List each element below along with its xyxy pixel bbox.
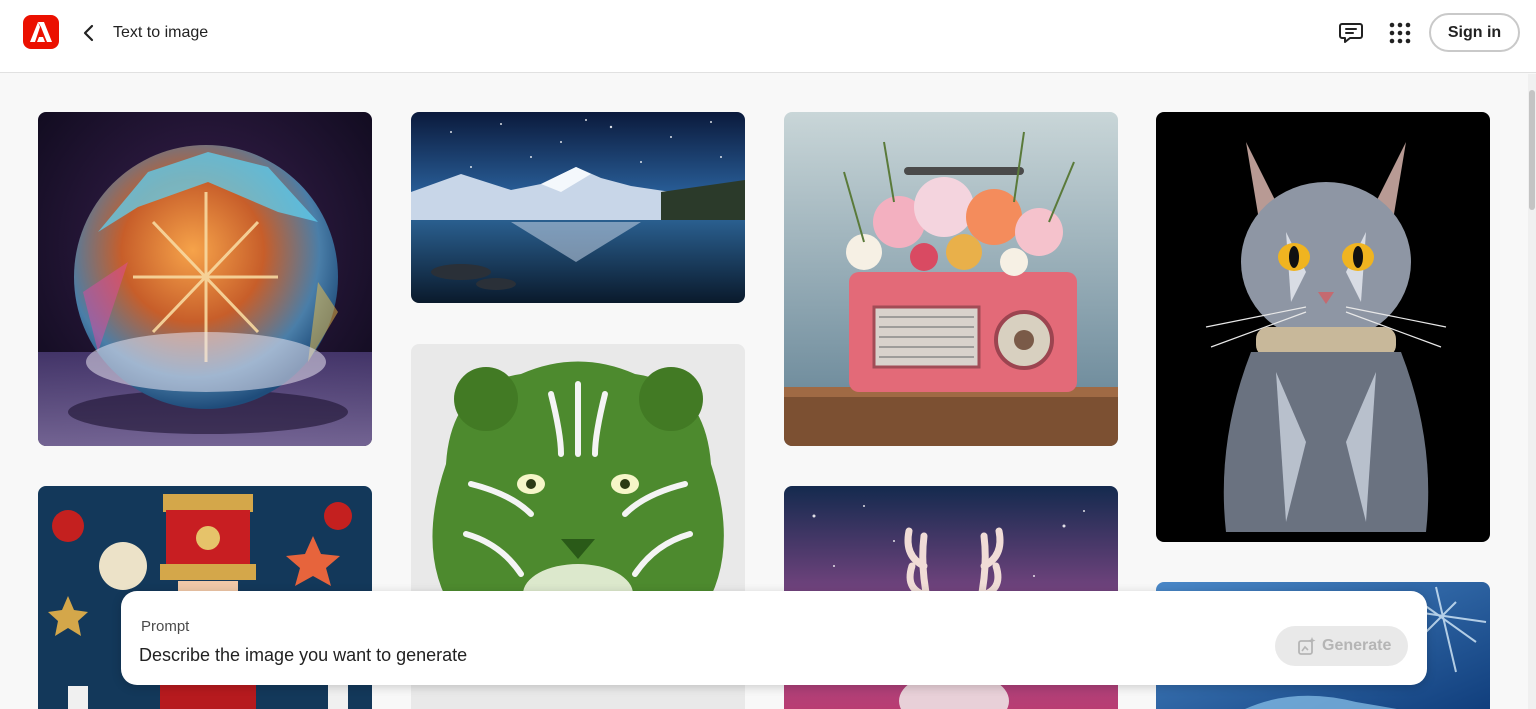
top-bar: Text to image Sign in bbox=[0, 0, 1536, 73]
gallery-image-mountain-lake[interactable] bbox=[411, 112, 745, 303]
prompt-input[interactable] bbox=[139, 641, 1259, 669]
prompt-label: Prompt bbox=[141, 618, 190, 635]
prompt-panel: Prompt Generate bbox=[121, 591, 1427, 685]
generate-label: Generate bbox=[1322, 637, 1392, 654]
feedback-icon[interactable] bbox=[1338, 21, 1364, 45]
sign-in-button[interactable]: Sign in bbox=[1429, 13, 1520, 52]
adobe-logo-icon[interactable] bbox=[23, 15, 59, 49]
gallery-image-crystal-cat[interactable] bbox=[1156, 112, 1490, 542]
page-scrollbar[interactable] bbox=[1528, 74, 1536, 709]
app-grid-icon[interactable] bbox=[1388, 21, 1412, 45]
gallery-image-flower-radio[interactable] bbox=[784, 112, 1118, 446]
gallery-image-crystal-ball[interactable] bbox=[38, 112, 372, 446]
chevron-left-icon[interactable] bbox=[78, 22, 100, 44]
scrollbar-thumb[interactable] bbox=[1529, 90, 1535, 210]
generate-button[interactable]: Generate bbox=[1275, 626, 1408, 666]
sparkle-generate-icon bbox=[1297, 636, 1317, 656]
page-title: Text to image bbox=[113, 24, 209, 41]
